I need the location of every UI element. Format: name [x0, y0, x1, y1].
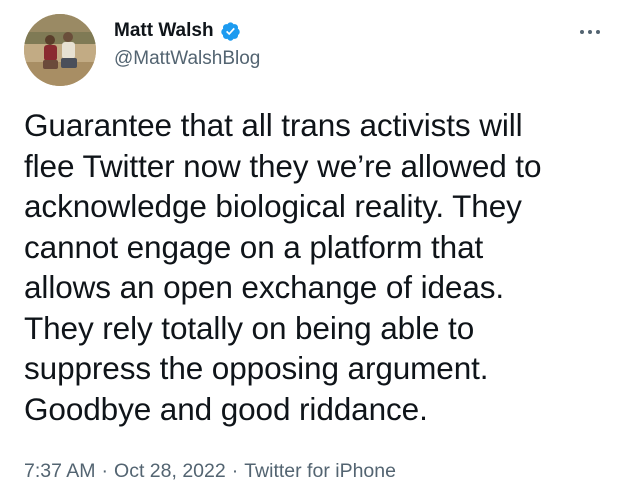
tweet-text-line: acknowledge biological reality. They [24, 188, 522, 224]
tweet-text-line: They rely totally on being able to [24, 309, 475, 346]
verified-badge-icon [220, 21, 241, 42]
tweet-text-line: flee Twitter now they we’re allowed to [24, 147, 542, 184]
tweet-metadata: 7:37 AM · Oct 28, 2022 · Twitter for iPhone [24, 460, 396, 483]
tweet-text-line: Goodbye and good riddance. [24, 390, 428, 427]
ellipsis-icon [580, 30, 584, 34]
tweet-text: Guarantee that all trans activists will … [24, 105, 614, 429]
name-row: Matt Walsh [114, 18, 260, 44]
more-options-button[interactable] [575, 22, 605, 42]
user-handle[interactable]: @MattWalshBlog [114, 48, 260, 70]
avatar-photo [24, 14, 96, 86]
tweet-date[interactable]: Oct 28, 2022 [114, 460, 226, 482]
tweet-source-link[interactable]: Twitter for iPhone [244, 460, 396, 482]
display-name[interactable]: Matt Walsh [114, 20, 214, 42]
tweet-text-line: Guarantee that all trans activists will [24, 107, 523, 143]
separator: · [101, 460, 109, 482]
avatar[interactable] [24, 14, 96, 86]
tweet-card: Matt Walsh @MattWalshBlog Guarantee that… [0, 0, 627, 500]
tweet-text-line: cannot engage on a platform that [24, 228, 484, 265]
author-block: Matt Walsh @MattWalshBlog [114, 18, 260, 70]
ellipsis-icon [588, 30, 592, 34]
tweet-time[interactable]: 7:37 AM [24, 460, 96, 482]
tweet-text-line: allows an open exchange of ideas. [24, 269, 505, 305]
tweet-text-line: suppress the opposing argument. [24, 350, 489, 386]
separator: · [231, 460, 239, 482]
ellipsis-icon [596, 30, 600, 34]
